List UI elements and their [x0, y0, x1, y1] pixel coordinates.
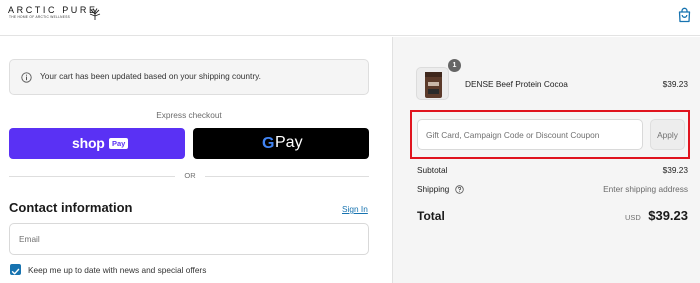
header: ARCTIC PURE THE HOME OF ARCTIC WELLNESS	[0, 0, 700, 36]
brand-name: ARCTIC PURE	[8, 5, 98, 15]
divider-right	[205, 176, 369, 177]
quantity-badge: 1	[448, 59, 461, 72]
discount-code-input[interactable]	[417, 119, 643, 150]
total-value: $39.23	[648, 208, 688, 223]
product-price: $39.23	[662, 79, 688, 89]
newsletter-label[interactable]: Keep me up to date with news and special…	[28, 265, 206, 275]
cart-updated-notice: Your cart has been updated based on your…	[9, 59, 369, 95]
subtotal-label: Subtotal	[417, 165, 448, 175]
divider-left	[9, 176, 175, 177]
google-pay-wordmark: Pay	[275, 134, 303, 151]
newsletter-checkbox[interactable]	[10, 264, 21, 275]
total-amount: USD $39.23	[625, 207, 688, 225]
shopping-bag-icon[interactable]	[677, 7, 692, 23]
product-pouch-image	[425, 72, 442, 98]
brand-logo[interactable]: ARCTIC PURE THE HOME OF ARCTIC WELLNESS	[8, 5, 98, 20]
shipping-value: Enter shipping address	[603, 184, 688, 194]
email-field[interactable]	[9, 223, 369, 255]
shop-pay-wordmark: shop	[72, 135, 105, 151]
order-summary: 1 DENSE Beef Protein Cocoa $39.23 Apply …	[392, 37, 700, 283]
google-g-icon: G	[262, 135, 275, 152]
help-circle-icon[interactable]	[454, 185, 464, 194]
shipping-label: Shipping	[417, 184, 450, 194]
checkout-main: Your cart has been updated based on your…	[0, 37, 392, 283]
subtotal-value: $39.23	[662, 165, 688, 175]
google-pay-button[interactable]: G Pay	[193, 128, 369, 159]
leaf-logo-icon	[89, 8, 101, 20]
shop-pay-badge: Pay	[109, 138, 129, 149]
express-checkout-heading: Express checkout	[156, 110, 222, 120]
currency-code: USD	[624, 213, 641, 222]
total-label: Total	[417, 209, 445, 223]
product-name: DENSE Beef Protein Cocoa	[465, 79, 568, 89]
contact-information-heading: Contact information	[9, 200, 133, 215]
shop-pay-button[interactable]: shop Pay	[9, 128, 185, 159]
notice-text: Your cart has been updated based on your…	[40, 71, 261, 81]
or-divider-label: OR	[184, 171, 196, 180]
brand-tagline: THE HOME OF ARCTIC WELLNESS	[9, 15, 71, 19]
checkmark-icon	[11, 268, 20, 275]
shipping-row: Shipping	[417, 184, 464, 194]
info-icon	[21, 72, 32, 83]
apply-discount-button[interactable]: Apply	[650, 119, 685, 150]
product-thumbnail	[416, 67, 449, 100]
sign-in-link[interactable]: Sign In	[342, 204, 368, 214]
